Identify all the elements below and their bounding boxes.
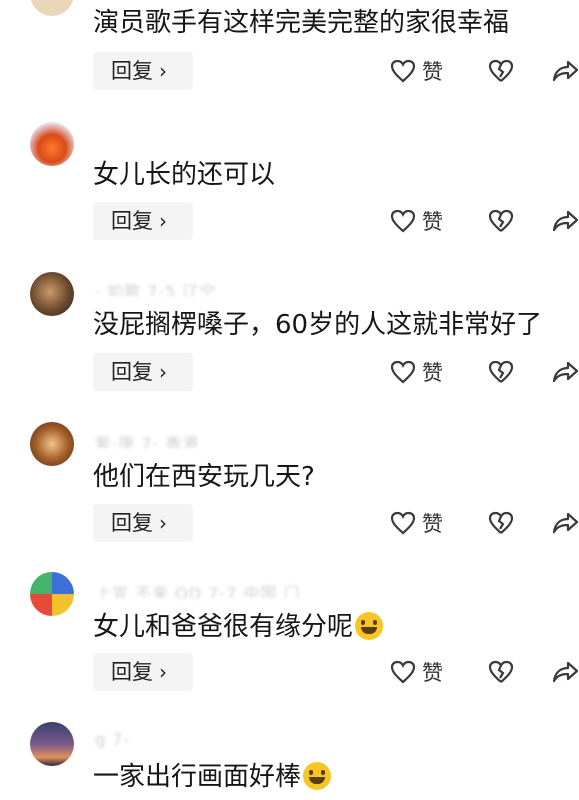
share-arrow-icon: [552, 361, 579, 383]
heart-icon: [390, 59, 416, 83]
like-label: 赞: [422, 60, 443, 84]
chevron-right-icon: ›: [159, 660, 167, 684]
reply-label: 回复: [111, 360, 153, 384]
dislike-button[interactable]: [488, 203, 514, 239]
share-button[interactable]: [552, 354, 579, 390]
comment-text-content: 一家出行画面好棒: [93, 762, 302, 792]
like-label: 赞: [422, 210, 443, 234]
comment-text: 演员歌手有这样完美完整的家很幸福: [93, 8, 510, 38]
like-label: 赞: [422, 512, 443, 536]
broken-heart-icon: [488, 59, 514, 82]
like-button[interactable]: 赞: [390, 654, 443, 690]
reply-label: 回复: [111, 660, 153, 684]
reply-label: 回复: [111, 511, 153, 535]
reply-button[interactable]: 回复 ›: [93, 353, 193, 391]
avatar[interactable]: [30, 122, 74, 166]
like-button[interactable]: 赞: [390, 505, 443, 541]
chevron-right-icon: ›: [159, 209, 167, 233]
share-button[interactable]: [552, 505, 579, 541]
share-arrow-icon: [552, 512, 579, 534]
dislike-button[interactable]: [488, 53, 514, 89]
share-arrow-icon: [552, 210, 579, 232]
avatar[interactable]: [30, 422, 74, 466]
reply-button[interactable]: 回复 ›: [93, 202, 193, 240]
avatar[interactable]: [30, 572, 74, 616]
chevron-right-icon: ›: [159, 511, 167, 535]
broken-heart-icon: [488, 209, 514, 232]
reply-button[interactable]: 回复 ›: [93, 504, 193, 542]
share-arrow-icon: [552, 661, 579, 683]
dislike-button[interactable]: [488, 654, 514, 690]
heart-icon: [390, 660, 416, 684]
comment-meta: · 如歌 7-5 辽宁: [95, 282, 217, 296]
avatar[interactable]: [30, 272, 74, 316]
share-button[interactable]: [552, 203, 579, 239]
comment-text: 没屁搁楞嗓子，60岁的人这就非常好了: [93, 310, 543, 340]
broken-heart-icon: [488, 660, 514, 683]
comment-text: 女儿和爸爸很有缘分呢: [93, 610, 384, 644]
avatar[interactable]: [30, 722, 74, 766]
share-button[interactable]: [552, 53, 579, 89]
dislike-button[interactable]: [488, 354, 514, 390]
avatar[interactable]: [30, 0, 74, 16]
chevron-right-icon: ›: [159, 360, 167, 384]
reply-label: 回复: [111, 59, 153, 83]
like-button[interactable]: 赞: [390, 203, 443, 239]
chevron-right-icon: ›: [159, 59, 167, 83]
comment-meta: g 7-: [95, 730, 131, 748]
comment-text: 一家出行画面好棒: [93, 760, 332, 794]
broken-heart-icon: [488, 360, 514, 383]
heart-icon: [390, 360, 416, 384]
comment-meta: 上宜 不来 OD 7-7 中国 门: [95, 584, 301, 598]
comment-meta: 紫·庚 7- 香港: [95, 434, 200, 448]
reply-label: 回复: [111, 209, 153, 233]
share-arrow-icon: [552, 60, 579, 82]
heart-icon: [390, 209, 416, 233]
comment-text: 他们在西安玩几天?: [93, 462, 315, 492]
reply-button[interactable]: 回复 ›: [93, 653, 193, 691]
heart-icon: [390, 511, 416, 535]
grin-emoji-icon: [355, 612, 384, 640]
dislike-button[interactable]: [488, 505, 514, 541]
like-button[interactable]: 赞: [390, 354, 443, 390]
share-button[interactable]: [552, 654, 579, 690]
like-label: 赞: [422, 661, 443, 685]
laughing-emoji-icon: [303, 762, 332, 790]
comment-text-content: 女儿和爸爸很有缘分呢: [93, 612, 354, 642]
reply-button[interactable]: 回复 ›: [93, 52, 193, 90]
broken-heart-icon: [488, 511, 514, 534]
like-button[interactable]: 赞: [390, 53, 443, 89]
like-label: 赞: [422, 361, 443, 385]
comment-text: 女儿长的还可以: [93, 160, 276, 190]
